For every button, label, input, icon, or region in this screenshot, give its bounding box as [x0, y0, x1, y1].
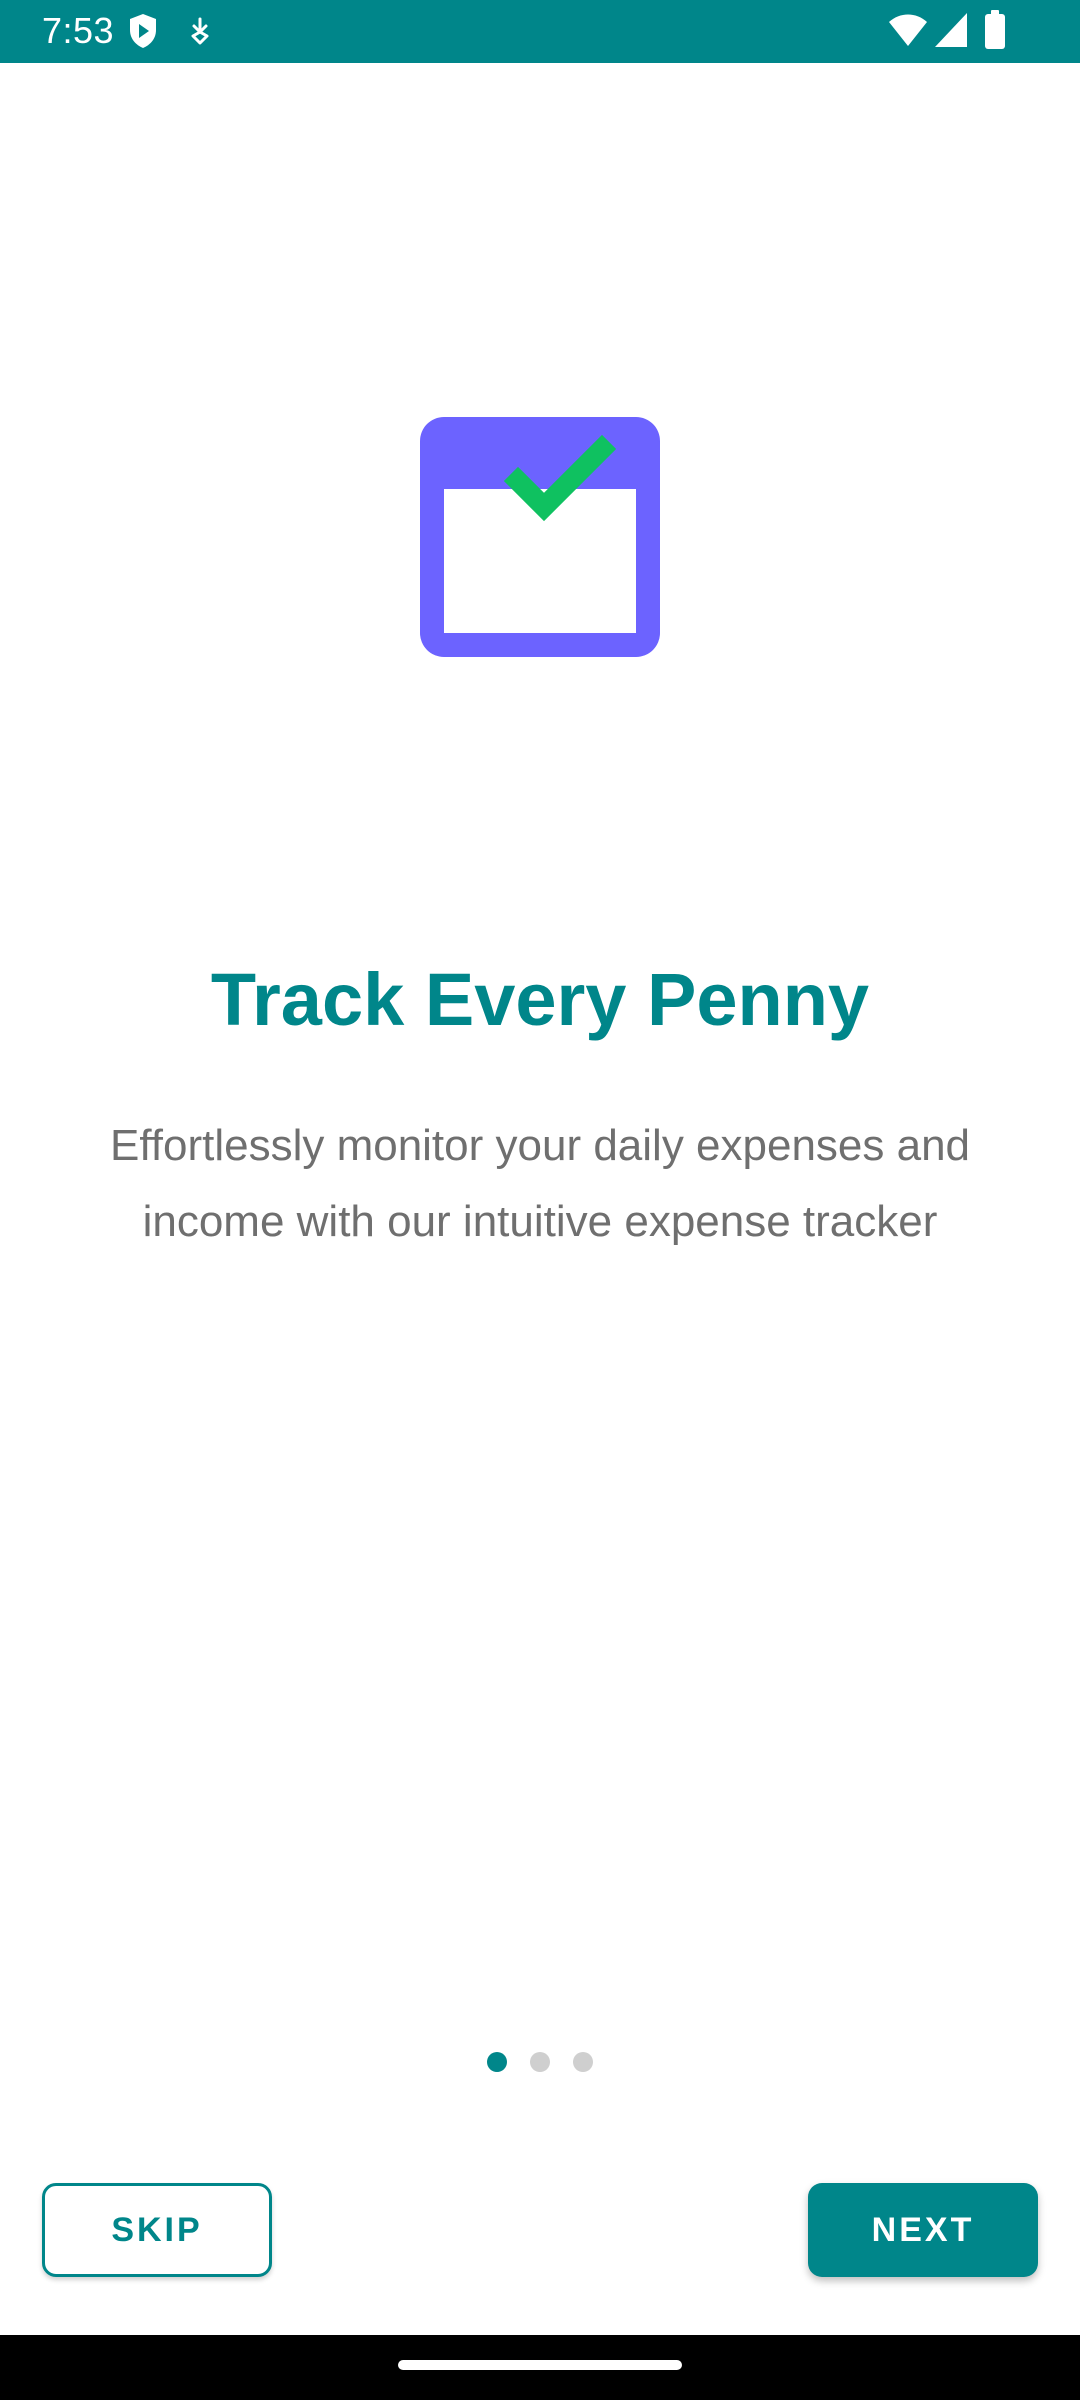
page-indicator — [0, 2052, 1080, 2072]
status-bar: 7:53 — [0, 0, 1080, 63]
wifi-icon — [889, 14, 927, 46]
battery-icon — [985, 10, 1005, 49]
onboarding-description: Effortlessly monitor your daily expenses… — [109, 1121, 971, 1246]
skip-button[interactable]: SKIP — [42, 2183, 272, 2277]
shield-play-icon — [130, 14, 156, 48]
page-dot-2[interactable] — [530, 2052, 550, 2072]
calendar-check-icon — [420, 417, 660, 657]
onboarding-title: Track Every Penny — [210, 958, 870, 1041]
page-dot-1[interactable] — [487, 2052, 507, 2072]
onboarding-screen: 7:53 Track Every Penny Effortlessly moni… — [0, 0, 1080, 2400]
navigation-bar — [0, 2335, 1080, 2400]
download-status-icon — [191, 17, 209, 45]
home-gesture-handle[interactable] — [398, 2360, 682, 2370]
status-time: 7:53 — [42, 10, 115, 51]
cellular-signal-icon — [935, 13, 967, 47]
page-dot-3[interactable] — [573, 2052, 593, 2072]
next-button[interactable]: NEXT — [808, 2183, 1038, 2277]
